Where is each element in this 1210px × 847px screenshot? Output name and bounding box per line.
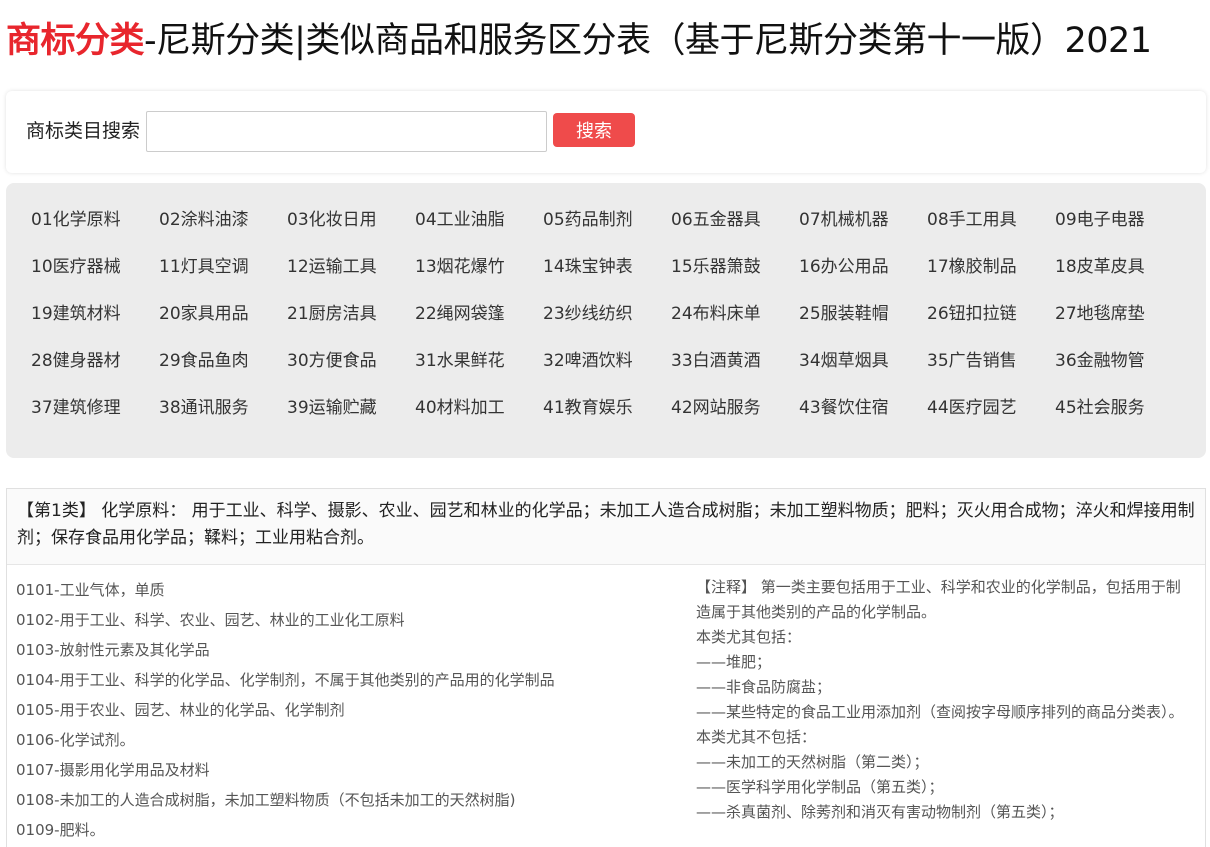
class-link[interactable]: 09电子电器 <box>1055 197 1183 244</box>
class-link[interactable]: 18皮革皮具 <box>1055 244 1183 291</box>
title-text: -尼斯分类|类似商品和服务区分表（基于尼斯分类第十一版）2021 <box>144 21 1152 61</box>
class-link[interactable]: 45社会服务 <box>1055 385 1183 432</box>
class-link[interactable]: 10医疗器械 <box>31 244 159 291</box>
class-link[interactable]: 26钮扣拉链 <box>927 291 1055 338</box>
class-link[interactable]: 03化妆日用 <box>287 197 415 244</box>
class-link[interactable]: 20家具用品 <box>159 291 287 338</box>
class-link[interactable]: 07机械机器 <box>799 197 927 244</box>
class-link[interactable]: 15乐器箫鼓 <box>671 244 799 291</box>
class-link[interactable]: 02涂料油漆 <box>159 197 287 244</box>
note-line: 【注释】 第一类主要包括用于工业、科学和农业的化学制品，包括用于制造属于其他类别… <box>696 578 1181 621</box>
class-grid: 01化学原料 02涂料油漆 03化妆日用 04工业油脂 05药品制剂 06五金器具 07机械… <box>6 183 1206 458</box>
note-line: ——非食品防腐盐； <box>696 678 832 696</box>
class-link[interactable]: 42网站服务 <box>671 385 799 432</box>
subclass-item[interactable]: 0103-放射性元素及其化学品 <box>16 635 666 665</box>
note-line: ——未加工的天然树脂（第二类）； <box>696 753 929 771</box>
class-link[interactable]: 43餐饮住宿 <box>799 385 927 432</box>
class-link[interactable]: 17橡胶制品 <box>927 244 1055 291</box>
class-link[interactable]: 35广告销售 <box>927 338 1055 385</box>
class-link[interactable]: 39运输贮藏 <box>287 385 415 432</box>
subclass-list: 0101-工业气体，单质 0102-用于工业、科学、农业、园艺、林业的工业化工原料… <box>16 575 666 845</box>
class-link[interactable]: 21厨房洁具 <box>287 291 415 338</box>
note-line: 本类尤其包括： <box>696 628 802 646</box>
class-link[interactable]: 08手工用具 <box>927 197 1055 244</box>
class-link[interactable]: 29食品鱼肉 <box>159 338 287 385</box>
subclass-item[interactable]: 0107-摄影用化学用品及材料 <box>16 755 666 785</box>
search-label: 商标类目搜索 <box>26 120 141 142</box>
note-line: ——杀真菌剂、除莠剂和消灭有害动物制剂（第五类）； <box>696 803 1064 821</box>
note-line: ——医学科学用化学制品（第五类）； <box>696 778 944 796</box>
note-line: 本类尤其不包括： <box>696 728 817 746</box>
class-link[interactable]: 32啤酒饮料 <box>543 338 671 385</box>
class-link[interactable]: 36金融物管 <box>1055 338 1183 385</box>
class-link[interactable]: 05药品制剂 <box>543 197 671 244</box>
class-link[interactable]: 34烟草烟具 <box>799 338 927 385</box>
subclass-item[interactable]: 0109-肥料。 <box>16 815 666 845</box>
class-link[interactable]: 30方便食品 <box>287 338 415 385</box>
class-link[interactable]: 06五金器具 <box>671 197 799 244</box>
class-link[interactable]: 28健身器材 <box>31 338 159 385</box>
class-summary: 【第1类】 化学原料： 用于工业、科学、摄影、农业、园艺和林业的化学品；未加工人… <box>7 489 1205 565</box>
class-detail: 【第1类】 化学原料： 用于工业、科学、摄影、农业、园艺和林业的化学品；未加工人… <box>6 488 1206 847</box>
class-link[interactable]: 25服装鞋帽 <box>799 291 927 338</box>
class-link[interactable]: 27地毯席垫 <box>1055 291 1183 338</box>
class-link[interactable]: 33白酒黄酒 <box>671 338 799 385</box>
subclass-item[interactable]: 0104-用于工业、科学的化学品、化学制剂，不属于其他类别的产品用的化学制品 <box>16 665 666 695</box>
class-link[interactable]: 44医疗园艺 <box>927 385 1055 432</box>
class-notes: 【注释】 第一类主要包括用于工业、科学和农业的化学制品，包括用于制造属于其他类别… <box>696 575 1186 825</box>
subclass-item[interactable]: 0106-化学试剂。 <box>16 725 666 755</box>
class-link[interactable]: 04工业油脂 <box>415 197 543 244</box>
note-line: ——某些特定的食品工业用添加剂（查阅按字母顺序排列的商品分类表）。 <box>696 703 1184 721</box>
search-input[interactable] <box>146 111 547 152</box>
class-link[interactable]: 13烟花爆竹 <box>415 244 543 291</box>
class-link[interactable]: 23纱线纺织 <box>543 291 671 338</box>
class-link[interactable]: 41教育娱乐 <box>543 385 671 432</box>
subclass-item[interactable]: 0108-未加工的人造合成树脂，未加工塑料物质（不包括未加工的天然树脂) <box>16 785 666 815</box>
class-link[interactable]: 37建筑修理 <box>31 385 159 432</box>
class-link[interactable]: 22绳网袋篷 <box>415 291 543 338</box>
class-link[interactable]: 16办公用品 <box>799 244 927 291</box>
note-line: ——堆肥； <box>696 653 772 671</box>
page-title: 商标分类-尼斯分类|类似商品和服务区分表（基于尼斯分类第十一版）2021 <box>6 18 1152 64</box>
class-link[interactable]: 01化学原料 <box>31 197 159 244</box>
class-link[interactable]: 12运输工具 <box>287 244 415 291</box>
class-link[interactable]: 31水果鲜花 <box>415 338 543 385</box>
brand-title[interactable]: 商标分类 <box>6 21 145 61</box>
subclass-item[interactable]: 0102-用于工业、科学、农业、园艺、林业的工业化工原料 <box>16 605 666 635</box>
class-link[interactable]: 19建筑材料 <box>31 291 159 338</box>
class-link[interactable]: 11灯具空调 <box>159 244 287 291</box>
class-link[interactable]: 14珠宝钟表 <box>543 244 671 291</box>
class-link[interactable]: 40材料加工 <box>415 385 543 432</box>
search-panel: 商标类目搜索 搜索 <box>6 91 1206 173</box>
subclass-item[interactable]: 0105-用于农业、园艺、林业的化学品、化学制剂 <box>16 695 666 725</box>
subclass-item[interactable]: 0101-工业气体，单质 <box>16 575 666 605</box>
class-link[interactable]: 38通讯服务 <box>159 385 287 432</box>
search-button[interactable]: 搜索 <box>553 113 635 147</box>
class-link[interactable]: 24布料床单 <box>671 291 799 338</box>
